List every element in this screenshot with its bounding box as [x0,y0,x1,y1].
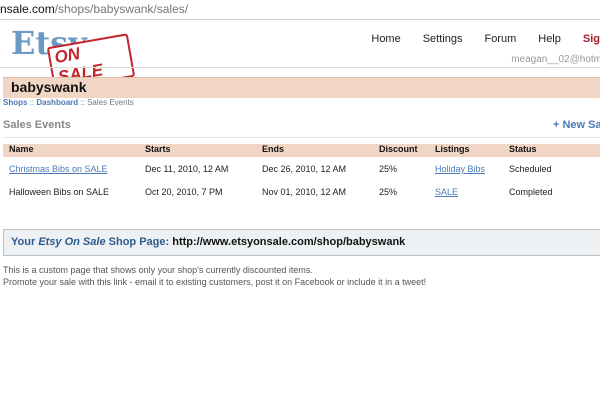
nav-sign-out[interactable]: Sig [583,33,600,49]
column-header-listings: Listings [435,144,470,154]
new-sale-button[interactable]: + New Sale [553,119,600,131]
info-note-line-1: This is a custom page that shows only yo… [3,265,313,275]
nav-settings[interactable]: Settings [423,33,463,49]
sale-listings-link[interactable]: SALE [435,187,458,197]
etsy-on-sale-logo[interactable]: Etsy ON SALE [8,24,136,91]
table-header: Name Starts Ends Discount Listings Statu… [3,144,600,157]
column-header-ends: Ends [262,144,285,154]
table-row: Christmas Bibs on SALE Dec 11, 2010, 12 … [3,164,600,178]
section-divider [3,137,600,138]
sale-discount: 25% [379,164,398,174]
column-header-status: Status [509,144,537,154]
shop-page-label: Shop Page: [108,236,170,248]
shop-name: babyswank [11,79,87,95]
sale-name: Halloween Bibs on SALE [9,187,110,197]
column-header-name: Name [9,144,34,154]
sale-status: Completed [509,187,553,197]
nav-help[interactable]: Help [538,33,561,49]
section-title: Sales Events [3,119,71,131]
sale-end: Dec 26, 2010, 12 AM [262,164,347,174]
shop-page-brand: Etsy On Sale [38,236,106,248]
shop-page-url[interactable]: http://www.etsyonsale.com/shop/babyswank [172,236,405,248]
column-header-discount: Discount [379,144,418,154]
sale-end: Nov 01, 2010, 12 AM [262,187,347,197]
sale-status: Scheduled [509,164,552,174]
header-divider [0,67,600,68]
nav-home[interactable]: Home [371,33,400,49]
user-email: meagan__02@hotm [511,54,600,65]
shop-page-your: Your [11,236,36,248]
sale-start: Dec 11, 2010, 12 AM [145,164,229,174]
shop-title-bar: babyswank [3,77,600,98]
sale-name-link[interactable]: Christmas Bibs on SALE [9,164,108,174]
column-header-starts: Starts [145,144,171,154]
table-row: Halloween Bibs on SALE Oct 20, 2010, 7 P… [3,187,600,201]
breadcrumb-separator: :: [29,98,35,107]
url-host: nsale.com [0,2,55,16]
breadcrumb-current: Sales Events [87,98,134,107]
top-navigation: Home Settings Forum Help Sig [349,33,600,49]
url-path: /shops/babyswank/sales/ [54,2,189,16]
info-note-line-2: Promote your sale with this link - email… [3,277,427,287]
breadcrumb: Shops :: Dashboard :: Sales Events [3,98,134,107]
breadcrumb-separator: :: [80,98,85,107]
shop-page-banner: Your Etsy On Sale Shop Page: http://www.… [3,229,600,256]
breadcrumb-dashboard[interactable]: Dashboard [36,98,78,107]
address-bar[interactable]: nsale.com/shops/babyswank/sales/ [0,0,600,20]
sale-listings-link[interactable]: Holiday Bibs [435,164,485,174]
nav-forum[interactable]: Forum [484,33,516,49]
sale-start: Oct 20, 2010, 7 PM [145,187,223,197]
breadcrumb-shops[interactable]: Shops [3,98,27,107]
sale-discount: 25% [379,187,398,197]
